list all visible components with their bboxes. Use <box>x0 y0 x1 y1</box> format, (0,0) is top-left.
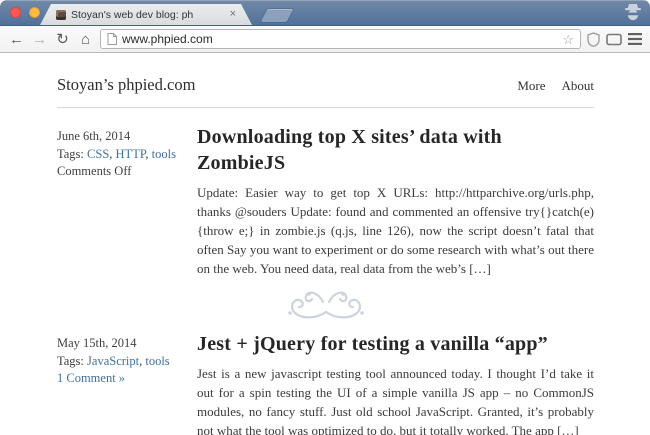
nav-link-about[interactable]: About <box>562 78 595 94</box>
tags-label: Tags: <box>57 146 88 161</box>
post-comments: Comments Off <box>57 164 132 178</box>
tag-link-javascript[interactable]: JavaScript <box>87 354 139 368</box>
post-divider-ornament <box>57 287 594 321</box>
window-minimize-button[interactable] <box>29 7 40 18</box>
tags-label: Tags: <box>57 353 88 368</box>
posts: June 6th, 2014 Tags: CSS, HTTP, tools Co… <box>57 124 594 435</box>
blog-post: May 15th, 2014 Tags: JavaScript, tools 1… <box>57 331 594 435</box>
new-tab-button[interactable] <box>260 9 294 22</box>
post-title[interactable]: Downloading top X sites’ data with Zombi… <box>197 124 594 176</box>
header-divider <box>57 107 594 108</box>
tag-link-http[interactable]: HTTP <box>116 147 146 161</box>
site-title-link[interactable]: Stoyan’s phpied.com <box>57 75 517 95</box>
site-header: Stoyan’s phpied.com More About <box>57 71 594 107</box>
post-body: Downloading top X sites’ data with Zombi… <box>197 124 594 278</box>
browser-tab[interactable]: Stoyan's web dev blog: ph × <box>40 4 252 25</box>
post-excerpt: Jest is a new javascript testing tool an… <box>197 366 594 435</box>
reload-button[interactable]: ↻ <box>54 32 71 47</box>
forward-button[interactable]: → <box>31 32 48 47</box>
post-meta: June 6th, 2014 Tags: CSS, HTTP, tools Co… <box>57 124 197 278</box>
post-title[interactable]: Jest + jQuery for testing a vanilla “app… <box>197 331 594 357</box>
tag-link-tools[interactable]: tools <box>152 147 176 161</box>
back-button[interactable]: ← <box>8 32 25 47</box>
post-tags: Tags: JavaScript, tools <box>57 353 170 368</box>
post-comments-link[interactable]: 1 Comment » <box>57 370 197 388</box>
browser-toolbar: ← → ↻ ⌂ www.phpied.com ☆ <box>0 26 650 53</box>
chrome-menu-icon[interactable] <box>628 33 642 45</box>
shield-extension-icon[interactable] <box>587 31 600 47</box>
post-date: May 15th, 2014 <box>57 336 137 350</box>
post-tags: Tags: CSS, HTTP, tools <box>57 146 176 161</box>
page-content: Stoyan’s phpied.com More About June 6th,… <box>0 53 650 435</box>
bookmark-star-icon[interactable]: ☆ <box>562 33 574 46</box>
post-meta: May 15th, 2014 Tags: JavaScript, tools 1… <box>57 331 197 435</box>
blog-post: June 6th, 2014 Tags: CSS, HTTP, tools Co… <box>57 124 594 278</box>
post-body: Jest + jQuery for testing a vanilla “app… <box>197 331 594 435</box>
site-nav: More About <box>517 78 594 94</box>
tab-title: Stoyan's web dev blog: ph <box>71 8 194 21</box>
tag-link-tools[interactable]: tools <box>145 354 169 368</box>
site-favicon-icon <box>56 10 66 20</box>
tag-link-css[interactable]: CSS <box>87 147 109 161</box>
window-close-button[interactable] <box>10 7 21 18</box>
browser-window: Stoyan's web dev blog: ph × ← → ↻ ⌂ www.… <box>0 0 650 435</box>
tab-close-icon[interactable]: × <box>230 9 236 20</box>
browser-titlebar: Stoyan's web dev blog: ph × <box>0 0 650 26</box>
post-date: June 6th, 2014 <box>57 129 131 143</box>
post-excerpt: Update: Easier way to get top X URLs: ht… <box>197 185 594 276</box>
nav-link-more[interactable]: More <box>517 78 545 94</box>
screenshot-extension-icon[interactable] <box>606 33 622 46</box>
address-bar[interactable]: www.phpied.com ☆ <box>100 29 581 49</box>
url-text[interactable]: www.phpied.com <box>122 32 557 46</box>
page-icon <box>107 33 117 45</box>
home-button[interactable]: ⌂ <box>77 32 94 47</box>
incognito-spy-icon <box>623 3 643 26</box>
